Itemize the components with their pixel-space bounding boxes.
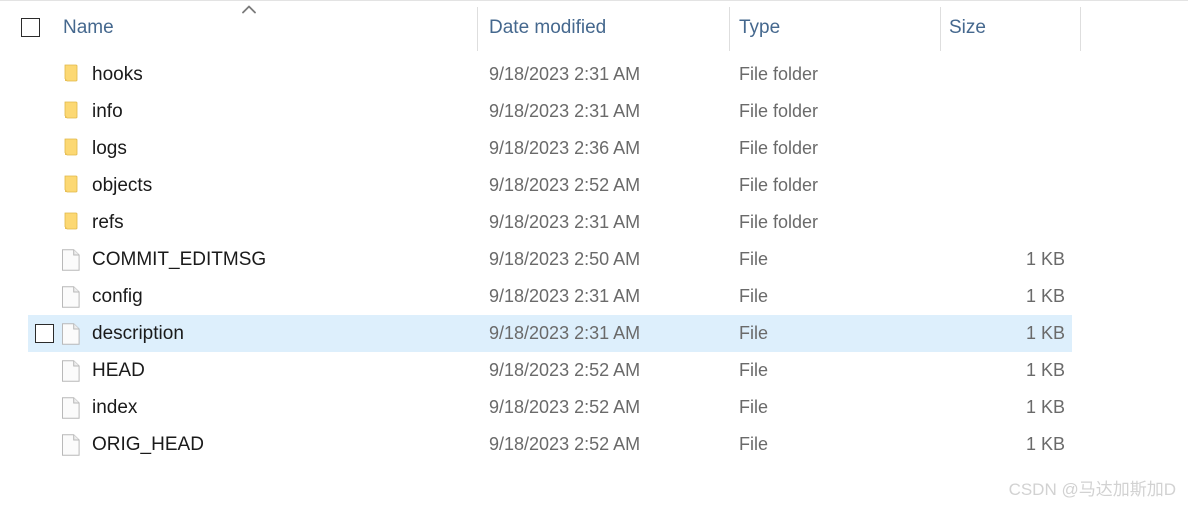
file-date-modified-cell: 9/18/2023 2:31 AM bbox=[489, 101, 641, 121]
file-date-modified-cell: 9/18/2023 2:31 AM bbox=[489, 64, 641, 84]
file-type-cell: File bbox=[739, 360, 769, 380]
folder-icon bbox=[61, 101, 82, 123]
file-row[interactable]: objects 9/18/2023 2:52 AM File folder bbox=[0, 167, 1188, 204]
column-divider-size-end[interactable] bbox=[1080, 7, 1081, 51]
file-row[interactable]: refs 9/18/2023 2:31 AM File folder bbox=[0, 204, 1188, 241]
file-row[interactable]: info 9/18/2023 2:31 AM File folder bbox=[0, 93, 1188, 130]
file-size-cell bbox=[949, 93, 1065, 130]
file-type-cell: File folder bbox=[739, 64, 819, 84]
file-list: hooks 9/18/2023 2:31 AM File folder info 9/1… bbox=[0, 56, 1188, 463]
file-date-modified-cell: 9/18/2023 2:52 AM bbox=[489, 175, 641, 195]
column-divider-name-date[interactable] bbox=[477, 7, 478, 51]
file-name-cell[interactable]: index bbox=[92, 389, 137, 426]
file-row[interactable]: COMMIT_EDITMSG 9/18/2023 2:50 AM File 1 KB bbox=[0, 241, 1188, 278]
folder-icon bbox=[61, 138, 82, 160]
file-row[interactable]: ORIG_HEAD 9/18/2023 2:52 AM File 1 KB bbox=[0, 426, 1188, 463]
column-divider-date-type[interactable] bbox=[729, 7, 730, 51]
column-header-date-modified[interactable]: Date modified bbox=[489, 15, 606, 41]
file-name-cell[interactable]: COMMIT_EDITMSG bbox=[92, 241, 266, 278]
file-name-cell[interactable]: logs bbox=[92, 130, 127, 167]
row-select-checkbox[interactable] bbox=[35, 324, 54, 343]
file-type-cell: File bbox=[739, 434, 769, 454]
file-date-modified-cell: 9/18/2023 2:52 AM bbox=[489, 360, 641, 380]
file-type-cell: File bbox=[739, 323, 769, 343]
file-date-modified-cell: 9/18/2023 2:50 AM bbox=[489, 249, 641, 269]
file-icon bbox=[61, 286, 82, 308]
file-size-cell: 1 KB bbox=[1025, 286, 1065, 306]
file-size-cell: 1 KB bbox=[1025, 397, 1065, 417]
file-type-cell: File folder bbox=[739, 175, 819, 195]
file-size-cell: 1 KB bbox=[1025, 360, 1065, 380]
file-row[interactable]: description 9/18/2023 2:31 AM File 1 KB bbox=[0, 315, 1188, 352]
file-row[interactable]: logs 9/18/2023 2:36 AM File folder bbox=[0, 130, 1188, 167]
file-type-cell: File folder bbox=[739, 212, 819, 232]
file-name-cell[interactable]: ORIG_HEAD bbox=[92, 426, 204, 463]
file-size-cell: 1 KB bbox=[1025, 249, 1065, 269]
file-type-cell: File bbox=[739, 286, 769, 306]
file-row[interactable]: HEAD 9/18/2023 2:52 AM File 1 KB bbox=[0, 352, 1188, 389]
file-size-cell: 1 KB bbox=[1025, 434, 1065, 454]
file-name-cell[interactable]: info bbox=[92, 93, 123, 130]
file-icon bbox=[61, 323, 82, 345]
file-type-cell: File folder bbox=[739, 101, 819, 121]
folder-icon bbox=[61, 175, 82, 197]
chevron-up-icon bbox=[240, 3, 258, 15]
folder-icon bbox=[61, 64, 82, 86]
column-header-name[interactable]: Name bbox=[63, 15, 114, 41]
file-icon bbox=[61, 397, 82, 419]
file-row[interactable]: hooks 9/18/2023 2:31 AM File folder bbox=[0, 56, 1188, 93]
file-name-cell[interactable]: HEAD bbox=[92, 352, 145, 389]
column-header-row: Name Date modified Type Size bbox=[0, 0, 1188, 56]
file-size-cell bbox=[949, 204, 1065, 241]
file-row[interactable]: index 9/18/2023 2:52 AM File 1 KB bbox=[0, 389, 1188, 426]
file-icon bbox=[61, 249, 82, 271]
file-icon bbox=[61, 434, 82, 456]
file-name-cell[interactable]: description bbox=[92, 315, 184, 352]
file-type-cell: File bbox=[739, 397, 769, 417]
file-date-modified-cell: 9/18/2023 2:52 AM bbox=[489, 434, 641, 454]
file-date-modified-cell: 9/18/2023 2:31 AM bbox=[489, 286, 641, 306]
file-explorer-list-view: Name Date modified Type Size hooks 9/18/2… bbox=[0, 0, 1188, 509]
file-type-cell: File folder bbox=[739, 138, 819, 158]
file-size-cell: 1 KB bbox=[1025, 323, 1065, 343]
column-header-type[interactable]: Type bbox=[739, 15, 780, 41]
column-header-size[interactable]: Size bbox=[949, 15, 986, 41]
file-row[interactable]: config 9/18/2023 2:31 AM File 1 KB bbox=[0, 278, 1188, 315]
file-size-cell bbox=[949, 56, 1065, 93]
column-divider-type-size[interactable] bbox=[940, 7, 941, 51]
file-type-cell: File bbox=[739, 249, 769, 269]
folder-icon bbox=[61, 212, 82, 234]
file-name-cell[interactable]: objects bbox=[92, 167, 152, 204]
file-size-cell bbox=[949, 167, 1065, 204]
file-date-modified-cell: 9/18/2023 2:31 AM bbox=[489, 212, 641, 232]
file-date-modified-cell: 9/18/2023 2:52 AM bbox=[489, 397, 641, 417]
watermark-text: CSDN @马达加斯加D bbox=[1008, 480, 1176, 499]
file-name-cell[interactable]: config bbox=[92, 278, 143, 315]
file-name-cell[interactable]: refs bbox=[92, 204, 124, 241]
select-all-checkbox[interactable] bbox=[21, 18, 40, 37]
file-size-cell bbox=[949, 130, 1065, 167]
file-icon bbox=[61, 360, 82, 382]
file-date-modified-cell: 9/18/2023 2:31 AM bbox=[489, 323, 641, 343]
file-name-cell[interactable]: hooks bbox=[92, 56, 143, 93]
file-date-modified-cell: 9/18/2023 2:36 AM bbox=[489, 138, 641, 158]
